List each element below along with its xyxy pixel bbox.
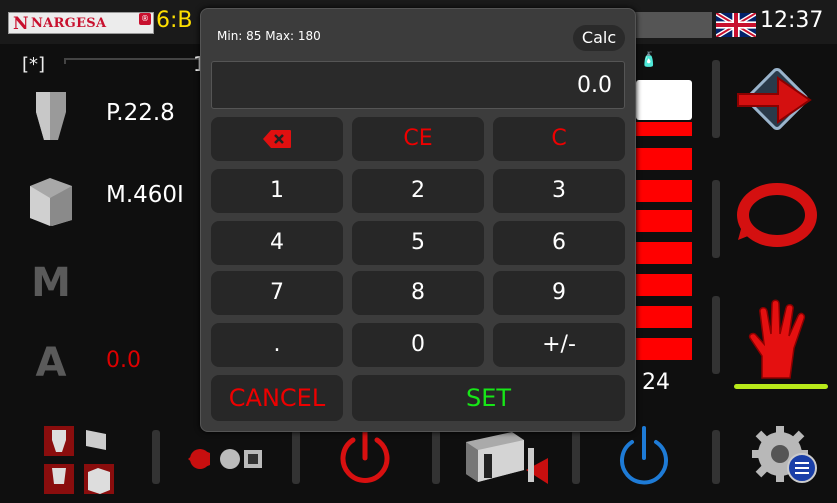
die-label[interactable]: M.460I — [106, 182, 184, 208]
key-6[interactable]: 6 — [493, 221, 625, 265]
level-bar — [636, 306, 692, 328]
level-bar — [636, 122, 692, 136]
separator — [292, 430, 300, 484]
counter-value: 24 — [642, 370, 670, 395]
separator — [712, 180, 720, 258]
range-label: Min: 85 Max: 180 — [217, 29, 321, 43]
decimal-point-button[interactable]: . — [211, 323, 343, 367]
level-bar — [636, 338, 692, 360]
display-value: 0.0 — [577, 73, 612, 98]
hand-stop-icon[interactable] — [744, 298, 810, 380]
cancel-button[interactable]: CANCEL — [211, 375, 343, 421]
key-4[interactable]: 4 — [211, 221, 343, 265]
set-button[interactable]: SET — [352, 375, 625, 421]
program-label[interactable]: 6:B — [156, 8, 193, 33]
numeric-keypad-dialog: Min: 85 Max: 180 Calc 0.0 CE C 1 2 3 4 5… — [200, 8, 636, 432]
logo-text: NARGESA — [31, 16, 107, 31]
nargesa-logo: N NARGESA ® — [8, 12, 154, 34]
cycle-icon[interactable] — [736, 180, 818, 250]
key-5[interactable]: 5 — [352, 221, 484, 265]
key-1[interactable]: 1 — [211, 169, 343, 213]
clear-entry-button[interactable]: CE — [352, 117, 484, 161]
table-header-line — [64, 58, 204, 64]
separator — [712, 60, 720, 138]
tool-selection-icon[interactable] — [42, 424, 120, 496]
key-7[interactable]: 7 — [211, 271, 343, 315]
backspace-button[interactable] — [211, 117, 343, 161]
level-bar-top — [636, 80, 692, 120]
auto-mode-icon[interactable]: A — [30, 342, 72, 384]
bottle-icon: 🧴 — [640, 52, 658, 68]
top-status-strip — [635, 12, 712, 38]
logo-registered: ® — [139, 13, 151, 25]
key-0[interactable]: 0 — [352, 323, 484, 367]
clock: 12:37 — [760, 8, 824, 33]
level-bar — [636, 148, 692, 170]
die-icon[interactable] — [28, 176, 74, 228]
level-bar — [636, 180, 692, 202]
settings-icon[interactable] — [748, 420, 820, 490]
power-icon[interactable] — [336, 426, 394, 492]
separator — [712, 296, 720, 374]
backgauge-icon[interactable] — [464, 430, 556, 488]
key-2[interactable]: 2 — [352, 169, 484, 213]
punch-icon[interactable] — [28, 90, 74, 142]
status-indicator: [*] — [22, 54, 46, 75]
sequence-icon[interactable] — [186, 444, 266, 474]
separator — [712, 430, 720, 484]
key-9[interactable]: 9 — [493, 271, 625, 315]
level-bar — [636, 274, 692, 296]
backspace-icon — [263, 130, 291, 148]
manual-mode-icon[interactable]: M — [30, 262, 72, 304]
separator — [152, 430, 160, 484]
arrow-right-icon[interactable] — [734, 56, 820, 142]
level-bar — [636, 210, 692, 232]
calc-button[interactable]: Calc — [573, 25, 625, 51]
hand-status-line — [734, 384, 828, 389]
level-bar — [636, 242, 692, 264]
sign-toggle-button[interactable]: +/- — [493, 323, 625, 367]
uk-flag-icon[interactable] — [716, 13, 756, 37]
auto-value: 0.0 — [106, 348, 141, 373]
value-display[interactable]: 0.0 — [211, 61, 625, 109]
logo-initial: N — [13, 14, 29, 34]
separator — [432, 430, 440, 484]
reset-icon[interactable] — [614, 424, 674, 490]
separator — [572, 430, 580, 484]
key-8[interactable]: 8 — [352, 271, 484, 315]
punch-label[interactable]: P.22.8 — [106, 100, 175, 126]
key-3[interactable]: 3 — [493, 169, 625, 213]
clear-button[interactable]: C — [493, 117, 625, 161]
